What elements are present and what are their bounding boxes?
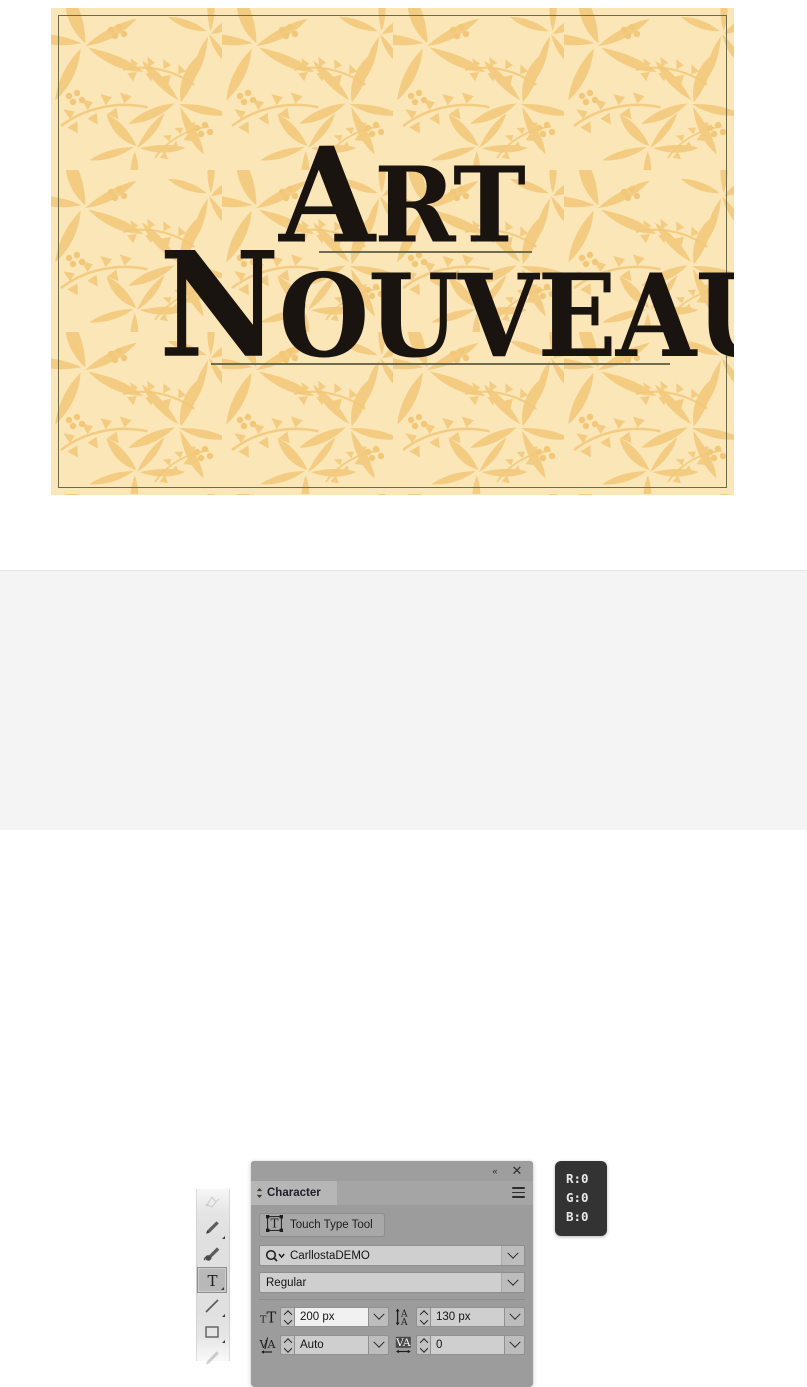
menu-bar-1 [512, 1187, 525, 1189]
panel-area: T « ✕ Character T Touch Type Tool Carllo… [0, 570, 807, 1387]
touch-type-tool-button[interactable]: T Touch Type Tool [259, 1213, 385, 1237]
font-family-field[interactable]: CarllostaDEMO [259, 1245, 525, 1266]
font-size-stepper[interactable] [280, 1307, 294, 1327]
chevron-down-icon [372, 1308, 385, 1320]
tracking-dropdown-arrow[interactable] [505, 1335, 525, 1355]
rgb-red-value: R:0 [566, 1171, 589, 1186]
tool-flyout-indicator [222, 1314, 225, 1317]
panel-divider [259, 1299, 525, 1300]
leading-field[interactable]: A A 130 px [395, 1306, 525, 1328]
font-family-value: CarllostaDEMO [290, 1249, 370, 1262]
artwork-underline-2 [211, 363, 670, 365]
character-panel[interactable]: « ✕ Character T Touch Type Tool Carllost… [251, 1161, 533, 1387]
panel-body: T Touch Type Tool CarllostaDEMO Regular … [251, 1205, 533, 1356]
menu-bar-2 [512, 1191, 525, 1194]
tool-flyout-indicator [222, 1236, 225, 1239]
chevron-down-icon [508, 1308, 521, 1320]
rgb-blue-value: B:0 [566, 1209, 589, 1224]
paintbrush-tool-icon[interactable] [197, 1345, 227, 1371]
font-size-field[interactable]: T T 200 px [259, 1306, 389, 1328]
chevron-down-icon [507, 1274, 519, 1286]
kerning-input[interactable]: Auto [294, 1335, 369, 1355]
kerning-field[interactable]: V A Auto [259, 1334, 389, 1356]
artboard[interactable]: ART NOUVEAU [51, 8, 734, 495]
close-icon[interactable]: ✕ [510, 1163, 524, 1178]
touch-type-tool-label: Touch Type Tool [290, 1219, 373, 1231]
menu-bar-3 [512, 1196, 525, 1198]
panel-titlebar[interactable]: « ✕ [251, 1161, 533, 1181]
leading-input[interactable]: 130 px [430, 1307, 505, 1327]
tracking-field[interactable]: VA 0 [395, 1334, 525, 1356]
panel-menu-icon[interactable] [512, 1187, 525, 1198]
chevron-down-icon [507, 1247, 519, 1259]
dock-toggle-icon[interactable] [256, 1187, 263, 1198]
svg-text:T: T [207, 1272, 217, 1289]
chevron-down-icon [419, 1315, 428, 1325]
leading-stepper[interactable] [416, 1307, 430, 1327]
panel-tab-row[interactable]: Character [251, 1181, 533, 1205]
pen-anchor-tool-icon[interactable] [197, 1189, 227, 1215]
rectangle-tool-icon[interactable] [197, 1319, 227, 1345]
artwork-line-2-initial: N [159, 220, 280, 391]
type-tool-icon[interactable]: T [197, 1267, 227, 1293]
artwork-underline-1 [319, 251, 532, 253]
svg-text:A: A [267, 1338, 277, 1351]
chevron-down-icon [419, 1343, 428, 1353]
kerning-dropdown-arrow[interactable] [369, 1335, 389, 1355]
bottom-white-strip [0, 830, 807, 842]
svg-text:A: A [400, 1318, 408, 1326]
font-style-dropdown-arrow[interactable] [501, 1273, 524, 1292]
chevron-down-icon [283, 1343, 292, 1353]
svg-text:T: T [270, 1217, 278, 1231]
tool-flyout-indicator [222, 1340, 225, 1343]
svg-text:VA: VA [395, 1337, 411, 1349]
font-style-value: Regular [266, 1276, 307, 1289]
kerning-icon: V A [259, 1335, 280, 1355]
collapse-panel-icon[interactable]: « [489, 1165, 501, 1177]
svg-text:T: T [267, 1310, 277, 1326]
touch-type-tool-icon: T [266, 1215, 283, 1235]
character-metrics-grid: T T 200 px A A 130 px V A Auto VA 0 [259, 1306, 525, 1356]
pencil-tool-icon[interactable] [197, 1215, 227, 1241]
leading-dropdown-arrow[interactable] [505, 1307, 525, 1327]
font-size-input[interactable]: 200 px [294, 1307, 369, 1327]
tool-flyout-indicator [221, 1287, 224, 1290]
chevron-down-icon [372, 1336, 385, 1348]
chevron-down-icon [508, 1336, 521, 1348]
font-family-dropdown-arrow[interactable] [501, 1246, 524, 1265]
tracking-input[interactable]: 0 [430, 1335, 505, 1355]
tools-panel[interactable]: T [196, 1189, 230, 1365]
font-size-icon: T T [259, 1307, 280, 1327]
rgb-green-value: G:0 [566, 1190, 589, 1205]
rgb-color-readout: R:0 G:0 B:0 [555, 1161, 607, 1236]
font-style-field[interactable]: Regular [259, 1272, 525, 1293]
artwork-line-1[interactable]: ART [279, 131, 526, 262]
tracking-icon: VA [395, 1335, 416, 1355]
kerning-stepper[interactable] [280, 1335, 294, 1355]
canvas-area[interactable]: ART NOUVEAU [0, 0, 807, 570]
leading-icon: A A [395, 1307, 416, 1327]
font-size-dropdown-arrow[interactable] [369, 1307, 389, 1327]
blob-brush-tool-icon[interactable] [197, 1241, 227, 1267]
chevron-down-icon [283, 1315, 292, 1325]
artwork-line-2[interactable]: NOUVEAU [159, 233, 734, 378]
tab-character[interactable]: Character [251, 1181, 337, 1205]
artwork-text-group[interactable]: ART NOUVEAU [51, 8, 734, 495]
search-icon[interactable] [260, 1249, 288, 1263]
tracking-stepper[interactable] [416, 1335, 430, 1355]
line-segment-tool-icon[interactable] [197, 1293, 227, 1319]
tab-character-label: Character [267, 1187, 321, 1199]
